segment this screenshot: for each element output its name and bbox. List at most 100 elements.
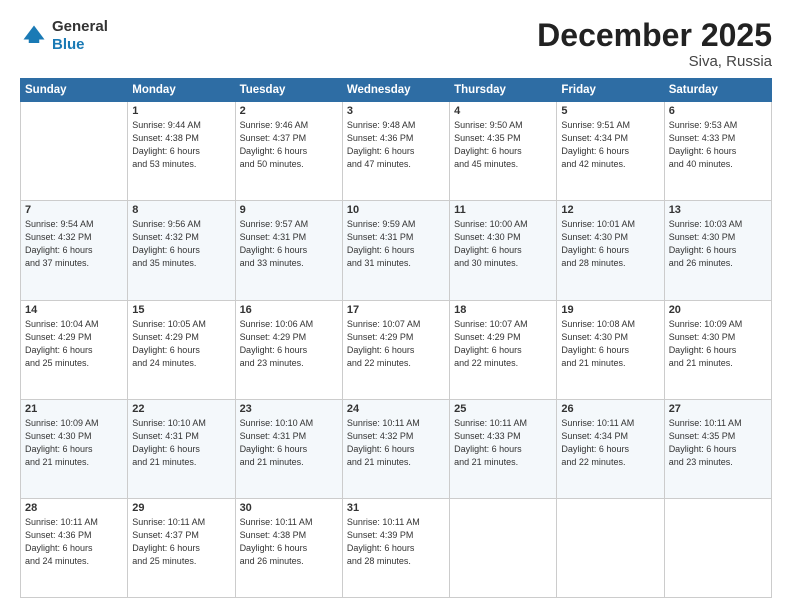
table-cell: 9 Sunrise: 9:57 AMSunset: 4:31 PMDaylight…	[235, 201, 342, 300]
header: General Blue December 2025 Siva, Russia	[20, 18, 772, 70]
day-info: Sunrise: 10:08 AMSunset: 4:30 PMDaylight…	[561, 318, 659, 370]
col-saturday: Saturday	[664, 79, 771, 102]
table-cell: 26Sunrise: 10:11 AMSunset: 4:34 PMDaylig…	[557, 399, 664, 498]
day-info: Sunrise: 10:10 AMSunset: 4:31 PMDaylight…	[240, 417, 338, 469]
day-info: Sunrise: 9:46 AMSunset: 4:37 PMDaylight:…	[240, 119, 338, 171]
day-info: Sunrise: 9:51 AMSunset: 4:34 PMDaylight:…	[561, 119, 659, 171]
table-cell: 30Sunrise: 10:11 AMSunset: 4:38 PMDaylig…	[235, 498, 342, 597]
day-number: 29	[132, 502, 230, 514]
day-number: 10	[347, 204, 445, 216]
day-info: Sunrise: 10:07 AMSunset: 4:29 PMDaylight…	[454, 318, 552, 370]
table-cell: 22Sunrise: 10:10 AMSunset: 4:31 PMDaylig…	[128, 399, 235, 498]
table-cell: 28 Sunrise: 10:11 AMSunset: 4:36 PMDaylig…	[21, 498, 128, 597]
day-number: 14	[25, 304, 123, 316]
table-cell: 18 Sunrise: 10:07 AMSunset: 4:29 PMDaylig…	[450, 300, 557, 399]
day-number: 27	[669, 403, 767, 415]
day-info: Sunrise: 10:04 AMSunset: 4:29 PMDaylight…	[25, 318, 123, 370]
day-number: 28	[25, 502, 123, 514]
table-cell: 24 Sunrise: 10:11 AMSunset: 4:32 PMDaylig…	[342, 399, 449, 498]
table-cell: 21Sunrise: 10:09 AMSunset: 4:30 PMDaylig…	[21, 399, 128, 498]
table-cell: 5 Sunrise: 9:51 AMSunset: 4:34 PMDaylight…	[557, 102, 664, 201]
col-sunday: Sunday	[21, 79, 128, 102]
day-info: Sunrise: 10:09 AMSunset: 4:30 PMDaylight…	[25, 417, 123, 469]
day-number: 22	[132, 403, 230, 415]
day-number: 4	[454, 105, 552, 117]
calendar-header-row: Sunday Monday Tuesday Wednesday Thursday…	[21, 79, 772, 102]
day-info: Sunrise: 10:11 AMSunset: 4:32 PMDaylight…	[347, 417, 445, 469]
day-info: Sunrise: 9:53 AMSunset: 4:33 PMDaylight:…	[669, 119, 767, 171]
table-cell: 19 Sunrise: 10:08 AMSunset: 4:30 PMDaylig…	[557, 300, 664, 399]
day-info: Sunrise: 10:11 AMSunset: 4:33 PMDaylight…	[454, 417, 552, 469]
calendar-week-row: 28 Sunrise: 10:11 AMSunset: 4:36 PMDaylig…	[21, 498, 772, 597]
table-cell: 20 Sunrise: 10:09 AMSunset: 4:30 PMDaylig…	[664, 300, 771, 399]
calendar-table: Sunday Monday Tuesday Wednesday Thursday…	[20, 78, 772, 598]
calendar-week-row: 1Sunrise: 9:44 AMSunset: 4:38 PMDaylight…	[21, 102, 772, 201]
day-number: 24	[347, 403, 445, 415]
day-info: Sunrise: 10:00 AMSunset: 4:30 PMDaylight…	[454, 218, 552, 270]
table-cell	[557, 498, 664, 597]
logo-general: General	[52, 18, 108, 35]
table-cell: 7Sunrise: 9:54 AMSunset: 4:32 PMDaylight…	[21, 201, 128, 300]
day-info: Sunrise: 10:11 AMSunset: 4:38 PMDaylight…	[240, 516, 338, 568]
day-number: 9	[240, 204, 338, 216]
table-cell: 16 Sunrise: 10:06 AMSunset: 4:29 PMDaylig…	[235, 300, 342, 399]
day-info: Sunrise: 10:09 AMSunset: 4:30 PMDaylight…	[669, 318, 767, 370]
table-cell: 6 Sunrise: 9:53 AMSunset: 4:33 PMDaylight…	[664, 102, 771, 201]
table-cell: 1Sunrise: 9:44 AMSunset: 4:38 PMDaylight…	[128, 102, 235, 201]
day-info: Sunrise: 10:11 AMSunset: 4:37 PMDaylight…	[132, 516, 230, 568]
month-title: December 2025	[537, 18, 772, 53]
table-cell: 29 Sunrise: 10:11 AMSunset: 4:37 PMDaylig…	[128, 498, 235, 597]
day-info: Sunrise: 10:11 AMSunset: 4:36 PMDaylight…	[25, 516, 123, 568]
logo-icon	[20, 22, 48, 50]
col-friday: Friday	[557, 79, 664, 102]
table-cell: 12 Sunrise: 10:01 AMSunset: 4:30 PMDaylig…	[557, 201, 664, 300]
table-cell: 11 Sunrise: 10:00 AMSunset: 4:30 PMDaylig…	[450, 201, 557, 300]
day-info: Sunrise: 10:01 AMSunset: 4:30 PMDaylight…	[561, 218, 659, 270]
table-cell: 27Sunrise: 10:11 AMSunset: 4:35 PMDaylig…	[664, 399, 771, 498]
table-cell: 8Sunrise: 9:56 AMSunset: 4:32 PMDaylight…	[128, 201, 235, 300]
day-number: 18	[454, 304, 552, 316]
location: Siva, Russia	[537, 53, 772, 70]
page: General Blue December 2025 Siva, Russia …	[0, 0, 792, 612]
col-wednesday: Wednesday	[342, 79, 449, 102]
table-cell: 2 Sunrise: 9:46 AMSunset: 4:37 PMDaylight…	[235, 102, 342, 201]
day-info: Sunrise: 10:11 AMSunset: 4:39 PMDaylight…	[347, 516, 445, 568]
day-info: Sunrise: 9:48 AMSunset: 4:36 PMDaylight:…	[347, 119, 445, 171]
day-number: 15	[132, 304, 230, 316]
day-number: 12	[561, 204, 659, 216]
day-number: 19	[561, 304, 659, 316]
title-section: December 2025 Siva, Russia	[537, 18, 772, 70]
day-info: Sunrise: 10:06 AMSunset: 4:29 PMDaylight…	[240, 318, 338, 370]
table-cell: 31Sunrise: 10:11 AMSunset: 4:39 PMDaylig…	[342, 498, 449, 597]
day-number: 2	[240, 105, 338, 117]
col-thursday: Thursday	[450, 79, 557, 102]
table-cell: 10Sunrise: 9:59 AMSunset: 4:31 PMDayligh…	[342, 201, 449, 300]
day-number: 7	[25, 204, 123, 216]
day-info: Sunrise: 10:07 AMSunset: 4:29 PMDaylight…	[347, 318, 445, 370]
day-number: 20	[669, 304, 767, 316]
day-number: 6	[669, 105, 767, 117]
table-cell	[21, 102, 128, 201]
day-number: 16	[240, 304, 338, 316]
table-cell	[664, 498, 771, 597]
day-number: 5	[561, 105, 659, 117]
table-cell: 13Sunrise: 10:03 AMSunset: 4:30 PMDaylig…	[664, 201, 771, 300]
day-info: Sunrise: 10:05 AMSunset: 4:29 PMDaylight…	[132, 318, 230, 370]
logo-text: General Blue	[52, 18, 108, 54]
day-number: 1	[132, 105, 230, 117]
day-number: 13	[669, 204, 767, 216]
col-tuesday: Tuesday	[235, 79, 342, 102]
table-cell: 23 Sunrise: 10:10 AMSunset: 4:31 PMDaylig…	[235, 399, 342, 498]
calendar-week-row: 7Sunrise: 9:54 AMSunset: 4:32 PMDaylight…	[21, 201, 772, 300]
calendar-week-row: 21Sunrise: 10:09 AMSunset: 4:30 PMDaylig…	[21, 399, 772, 498]
table-cell: 17Sunrise: 10:07 AMSunset: 4:29 PMDaylig…	[342, 300, 449, 399]
day-info: Sunrise: 9:50 AMSunset: 4:35 PMDaylight:…	[454, 119, 552, 171]
day-info: Sunrise: 9:57 AMSunset: 4:31 PMDaylight:…	[240, 218, 338, 270]
table-cell: 3Sunrise: 9:48 AMSunset: 4:36 PMDaylight…	[342, 102, 449, 201]
table-cell: 4 Sunrise: 9:50 AMSunset: 4:35 PMDaylight…	[450, 102, 557, 201]
logo: General Blue	[20, 18, 108, 54]
day-number: 23	[240, 403, 338, 415]
table-cell: 25Sunrise: 10:11 AMSunset: 4:33 PMDaylig…	[450, 399, 557, 498]
day-info: Sunrise: 9:56 AMSunset: 4:32 PMDaylight:…	[132, 218, 230, 270]
day-number: 11	[454, 204, 552, 216]
